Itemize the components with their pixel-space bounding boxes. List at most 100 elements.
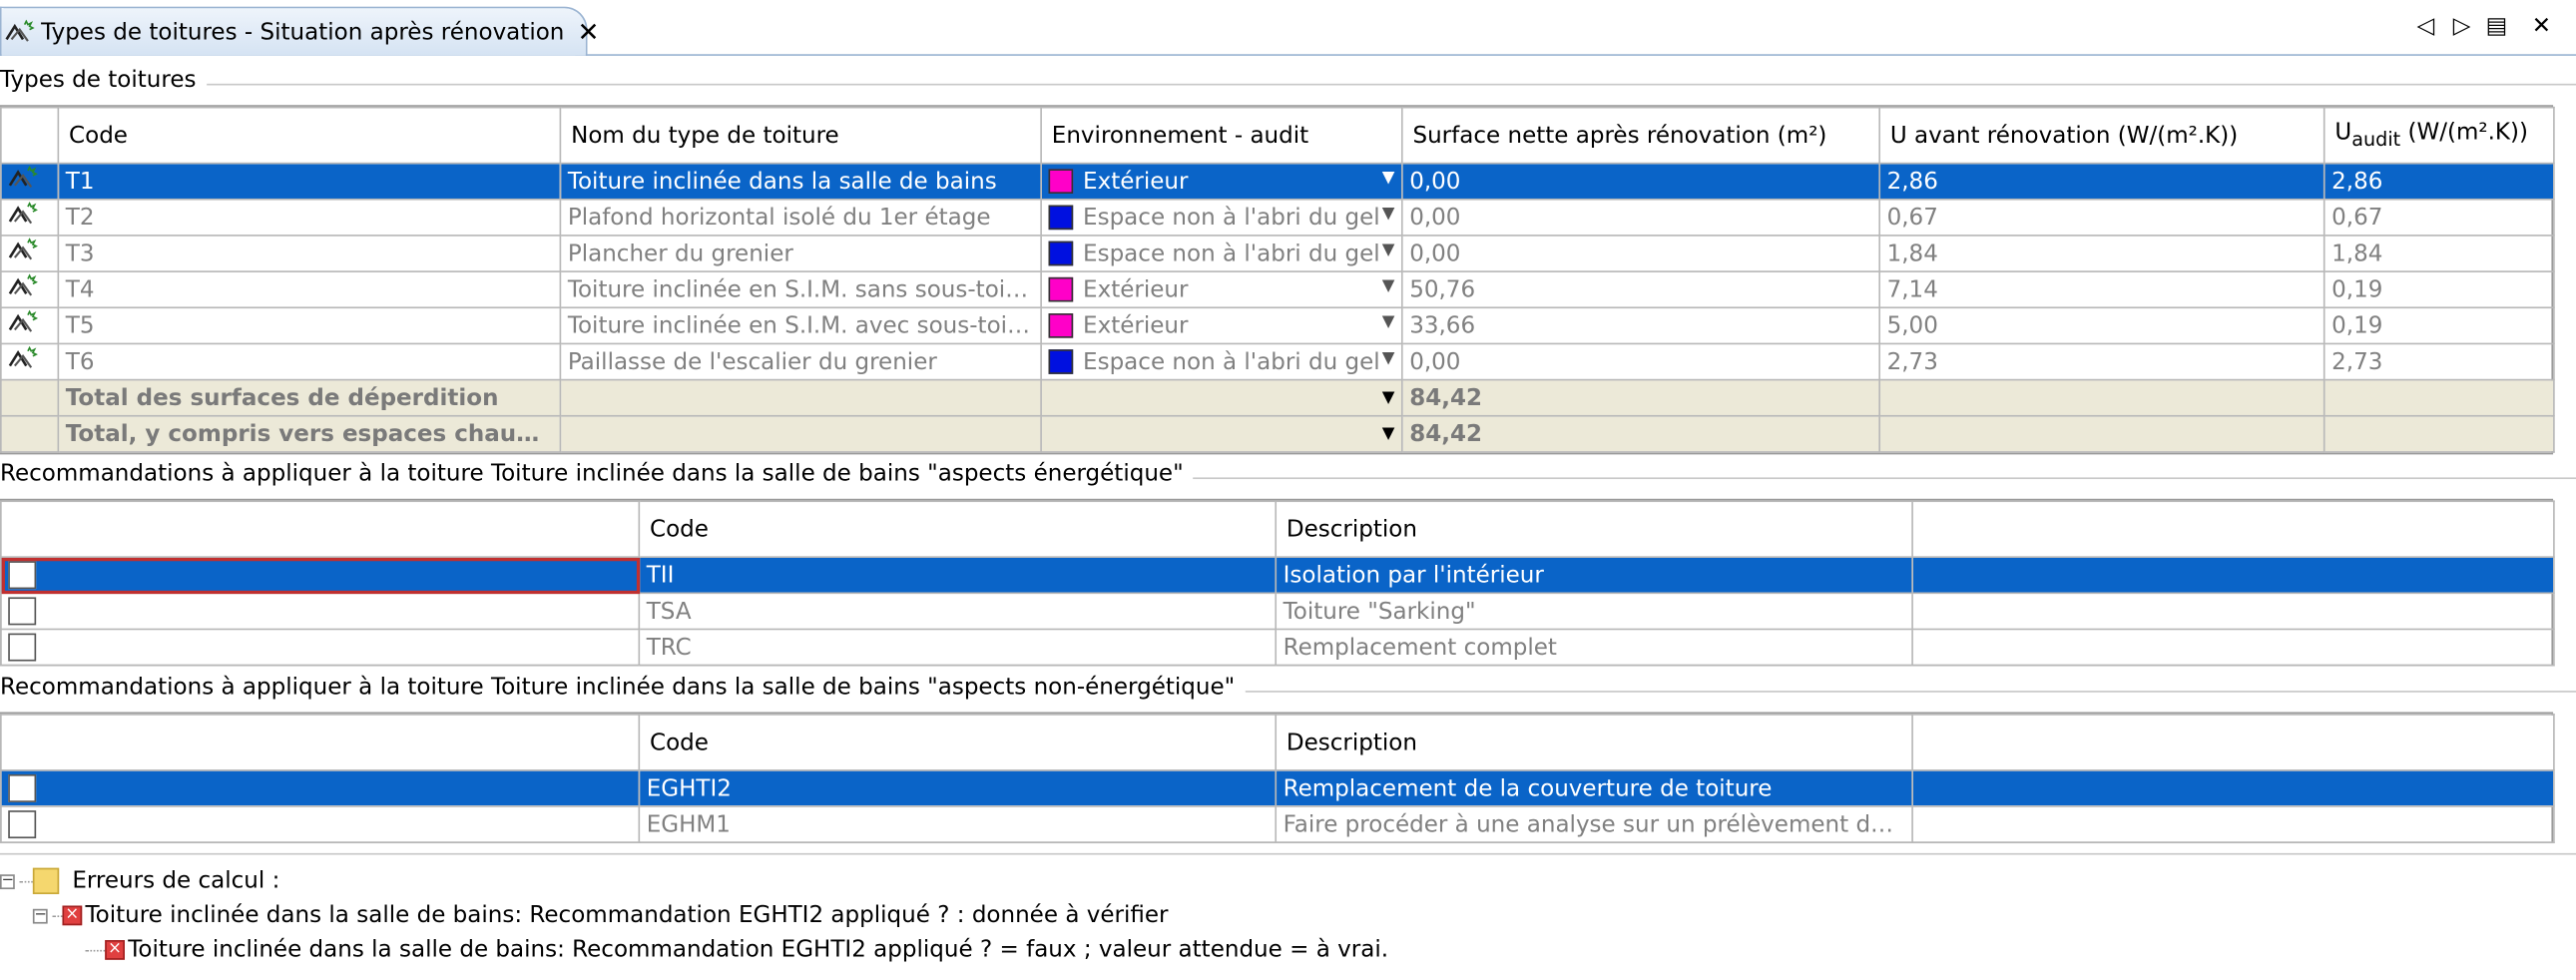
header-environment[interactable]: Environnement - audit: [1040, 106, 1403, 165]
row-environment-select[interactable]: Extérieur ▼: [1040, 306, 1403, 345]
recommendation-checkbox-cell[interactable]: [0, 805, 641, 844]
roof-type-row[interactable]: T1 Toiture inclinée dans la salle de bain…: [0, 162, 2555, 201]
row-u-audit[interactable]: 0,19: [2322, 306, 2555, 345]
row-surface[interactable]: 0,00: [1400, 342, 1881, 381]
header-description[interactable]: Description: [1275, 714, 1913, 771]
collapse-icon[interactable]: −: [32, 907, 48, 923]
recommendation-checkbox[interactable]: [8, 561, 37, 590]
row-surface[interactable]: 0,00: [1400, 162, 1881, 201]
dropdown-arrow-icon[interactable]: ▼: [1382, 169, 1395, 187]
dropdown-arrow-icon[interactable]: ▼: [1382, 276, 1395, 294]
recommendation-row[interactable]: TRC Remplacement complet: [0, 628, 2555, 667]
header-u-audit[interactable]: Uaudit (W/(m².K)): [2322, 106, 2555, 165]
row-surface[interactable]: 50,76: [1400, 270, 1881, 309]
row-u-before[interactable]: 5,00: [1878, 306, 2325, 345]
row-u-audit[interactable]: 1,84: [2322, 235, 2555, 272]
tree-grandchild-label: Toiture inclinée dans la salle de bains:…: [128, 936, 1389, 964]
row-name[interactable]: Toiture inclinée en S.I.M. sans sous-toi…: [559, 270, 1042, 309]
environment-color-swatch: [1048, 204, 1074, 230]
header-description[interactable]: Description: [1275, 500, 1913, 558]
row-u-before[interactable]: 1,84: [1878, 235, 2325, 272]
header-code[interactable]: Code: [638, 500, 1278, 558]
dropdown-arrow-icon[interactable]: ▼: [1382, 312, 1395, 330]
scroll-right-icon[interactable]: ▷: [2453, 13, 2471, 39]
tab-close-icon[interactable]: ✕: [578, 16, 600, 47]
roof-type-row[interactable]: T6 Paillasse de l'escalier du grenier Espa…: [0, 342, 2555, 381]
roof-type-row[interactable]: T2 Plafond horizontal isolé du 1er étage E…: [0, 198, 2555, 237]
dropdown-arrow-icon[interactable]: ▼: [1382, 205, 1395, 223]
row-environment-select[interactable]: Espace non à l'abri du gel ▼: [1040, 342, 1403, 381]
row-name[interactable]: Plafond horizontal isolé du 1er étage: [559, 198, 1042, 237]
row-environment-select[interactable]: Extérieur ▼: [1040, 162, 1403, 201]
total-row: Total, y compris vers espaces chauffés ▼ 8…: [0, 414, 2555, 453]
recommendation-code: TSA: [638, 592, 1278, 631]
row-u-before[interactable]: 0,67: [1878, 198, 2325, 237]
row-name[interactable]: Toiture inclinée en S.I.M. avec sous-toi…: [559, 306, 1042, 345]
row-u-audit[interactable]: 0,67: [2322, 198, 2555, 237]
recommendation-row[interactable]: TSA Toiture "Sarking": [0, 592, 2555, 631]
row-code[interactable]: T3: [57, 235, 562, 272]
roof-type-row[interactable]: T5 Toiture inclinée en S.I.M. avec sous-t…: [0, 306, 2555, 345]
row-surface[interactable]: 0,00: [1400, 198, 1881, 237]
roof-type-row[interactable]: T4 Toiture inclinée en S.I.M. sans sous-t…: [0, 270, 2555, 309]
close-editor-icon[interactable]: ✕: [2532, 13, 2551, 39]
roof-type-row[interactable]: T3 Plancher du grenier Espace non à l'abri…: [0, 235, 2555, 272]
row-name[interactable]: Paillasse de l'escalier du grenier: [559, 342, 1042, 381]
dropdown-arrow-icon[interactable]: ▼: [1382, 425, 1395, 443]
recommendation-description: Remplacement complet: [1275, 628, 1913, 667]
recommendation-checkbox-cell[interactable]: [0, 628, 641, 667]
dropdown-arrow-icon[interactable]: ▼: [1382, 348, 1395, 366]
roof-types-group-title: Types de toitures: [0, 67, 207, 94]
recommendation-checkbox[interactable]: [8, 633, 37, 662]
tree-node-child[interactable]: − × Toiture inclinée dans la salle de ba…: [32, 902, 1169, 929]
recommendation-checkbox-cell[interactable]: [0, 769, 641, 807]
header-u-before[interactable]: U avant rénovation (W/(m².K)): [1878, 106, 2325, 165]
tab-roof-types[interactable]: Types de toitures - Situation après réno…: [0, 6, 600, 56]
row-u-before[interactable]: 7,14: [1878, 270, 2325, 309]
row-code[interactable]: T1: [57, 162, 562, 201]
total-row: Total des surfaces de déperdition ▼ 84,42: [0, 378, 2555, 417]
header-surface[interactable]: Surface nette après rénovation (m²): [1400, 106, 1881, 165]
recommendation-row[interactable]: EGHTI2 Remplacement de la couverture de t…: [0, 769, 2555, 807]
dropdown-arrow-icon[interactable]: ▼: [1382, 389, 1395, 407]
row-u-audit[interactable]: 2,86: [2322, 162, 2555, 201]
recommendation-checkbox-cell[interactable]: [0, 556, 641, 595]
total-environment-select[interactable]: ▼: [1040, 378, 1403, 417]
tab-title: Types de toitures - Situation après réno…: [41, 18, 565, 46]
collapse-icon[interactable]: −: [0, 873, 15, 889]
list-menu-icon[interactable]: ▤: [2486, 13, 2508, 39]
recommendation-code: EGHTI2: [638, 769, 1278, 807]
row-surface[interactable]: 33,66: [1400, 306, 1881, 345]
tree-node-root[interactable]: − Erreurs de calcul :: [0, 867, 279, 894]
recommendation-checkbox[interactable]: [8, 597, 37, 626]
recommendation-row[interactable]: TII Isolation par l'intérieur: [0, 556, 2555, 595]
row-name[interactable]: Toiture inclinée dans la salle de bains: [559, 162, 1042, 201]
row-code[interactable]: T5: [57, 306, 562, 345]
total-environment-select[interactable]: ▼: [1040, 414, 1403, 453]
recommendation-row[interactable]: EGHM1 Faire procéder à une analyse sur un…: [0, 805, 2555, 844]
row-environment-select[interactable]: Espace non à l'abri du gel ▼: [1040, 198, 1403, 237]
recommendation-checkbox-cell[interactable]: [0, 592, 641, 631]
row-environment-select[interactable]: Extérieur ▼: [1040, 270, 1403, 309]
row-surface[interactable]: 0,00: [1400, 235, 1881, 272]
row-name[interactable]: Plancher du grenier: [559, 235, 1042, 272]
total-surface: 84,42: [1400, 414, 1881, 453]
dropdown-arrow-icon[interactable]: ▼: [1382, 241, 1395, 258]
header-code[interactable]: Code: [57, 106, 562, 165]
tree-node-grandchild[interactable]: × Toiture inclinée dans la salle de bain…: [85, 937, 1388, 963]
recommendation-checkbox[interactable]: [8, 773, 37, 802]
error-icon: ×: [105, 940, 125, 960]
row-u-audit[interactable]: 2,73: [2322, 342, 2555, 381]
row-code[interactable]: T4: [57, 270, 562, 309]
header-name[interactable]: Nom du type de toiture: [559, 106, 1042, 165]
row-code[interactable]: T6: [57, 342, 562, 381]
recommendation-extra: [1911, 769, 2555, 807]
row-code[interactable]: T2: [57, 198, 562, 237]
row-environment-select[interactable]: Espace non à l'abri du gel ▼: [1040, 235, 1403, 272]
row-u-audit[interactable]: 0,19: [2322, 270, 2555, 309]
recommendation-checkbox[interactable]: [8, 810, 37, 839]
scroll-left-icon[interactable]: ◁: [2417, 13, 2435, 39]
row-u-before[interactable]: 2,86: [1878, 162, 2325, 201]
row-u-before[interactable]: 2,73: [1878, 342, 2325, 381]
header-code[interactable]: Code: [638, 714, 1278, 771]
